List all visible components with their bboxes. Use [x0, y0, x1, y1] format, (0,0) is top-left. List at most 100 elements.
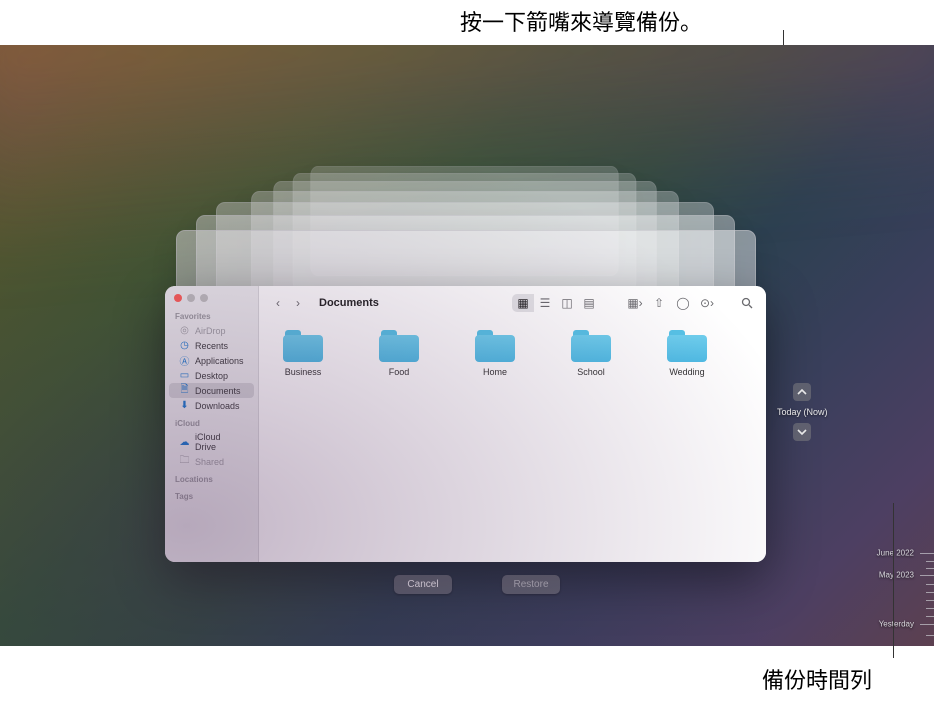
chevron-up-icon — [797, 388, 807, 396]
sidebar-item-recents[interactable]: ◷ Recents — [169, 338, 254, 353]
sidebar-item-icloud-drive[interactable]: ☁ iCloud Drive — [169, 430, 254, 454]
sidebar-item-label: Documents — [195, 386, 241, 396]
action-button[interactable]: ⊙› — [698, 294, 716, 312]
close-button[interactable] — [174, 294, 182, 302]
sidebar-item-label: AirDrop — [195, 326, 226, 336]
history-window — [196, 215, 735, 385]
column-view-button[interactable]: ◫ — [556, 294, 578, 312]
desktop-icon: ▭ — [179, 370, 190, 381]
restore-label: Restore — [513, 579, 548, 590]
doc-icon: 🗎 — [179, 385, 190, 396]
sidebar-item-label: Shared — [195, 457, 224, 467]
timeline-label: May 2023 — [879, 571, 914, 580]
sidebar-section-icloud: iCloud — [165, 413, 258, 430]
history-window — [293, 173, 637, 291]
sidebar-item-label: Recents — [195, 341, 228, 351]
sidebar-item-documents[interactable]: 🗎 Documents — [169, 383, 254, 398]
list-view-button[interactable]: ☰ — [534, 294, 556, 312]
finder-main: ‹ › Documents ▦ ☰ ◫ ▤ ▦› ⇧ ◯ ⊙› — [259, 286, 766, 562]
finder-window: Favorites ◎ AirDrop ◷ Recents Ⓐ Applicat… — [165, 286, 766, 562]
restore-button[interactable]: Restore — [502, 575, 560, 594]
history-window — [310, 166, 618, 276]
share-button[interactable]: ⇧ — [650, 294, 668, 312]
folder-school[interactable]: School — [563, 330, 619, 552]
folder-icon — [571, 330, 611, 362]
timeline-label: June 2022 — [877, 549, 914, 558]
history-window — [216, 202, 714, 356]
group-button[interactable]: ▦› — [626, 294, 644, 312]
time-machine-backdrop: Favorites ◎ AirDrop ◷ Recents Ⓐ Applicat… — [0, 45, 934, 646]
folder-label: Food — [389, 367, 410, 377]
folder-label: Business — [285, 367, 322, 377]
leader-line — [893, 503, 894, 658]
sidebar-item-label: Applications — [195, 356, 244, 366]
folder-grid: Business Food Home School Wedding — [259, 320, 766, 562]
timeline-label: Yesterday — [879, 620, 914, 629]
annotation-bottom-text: 備份時間列 — [762, 668, 872, 693]
timeline-tick — [926, 592, 934, 593]
cancel-label: Cancel — [407, 579, 438, 590]
folder-label: Home — [483, 367, 507, 377]
forward-button[interactable]: › — [289, 294, 307, 312]
annotation-top-text: 按一下箭嘴來導覽備份。 — [460, 10, 702, 35]
timeline-tick — [920, 624, 934, 625]
sidebar-section-tags: Tags — [165, 486, 258, 503]
timeline-tick — [926, 616, 934, 617]
folder-icon — [667, 330, 707, 362]
minimize-button[interactable] — [187, 294, 195, 302]
folder-icon — [379, 330, 419, 362]
folder-icon — [283, 330, 323, 362]
chevron-down-icon — [797, 428, 807, 436]
annotation-arrows: 按一下箭嘴來導覽備份。 — [460, 5, 702, 37]
finder-toolbar: ‹ › Documents ▦ ☰ ◫ ▤ ▦› ⇧ ◯ ⊙› — [259, 286, 766, 320]
sidebar-item-label: Desktop — [195, 371, 228, 381]
sidebar-item-desktop[interactable]: ▭ Desktop — [169, 368, 254, 383]
folder-wedding[interactable]: Wedding — [659, 330, 715, 552]
nav-current-label: Today (Now) — [777, 407, 828, 417]
folder-label: Wedding — [669, 367, 704, 377]
sidebar-section-locations: Locations — [165, 469, 258, 486]
gallery-view-button[interactable]: ▤ — [578, 294, 600, 312]
timeline-tick — [926, 600, 934, 601]
nav-back-forward: ‹ › — [269, 294, 307, 312]
shared-icon: 🗀 — [179, 456, 190, 467]
annotation-timeline: 備份時間列 — [762, 663, 872, 695]
history-window — [273, 181, 656, 309]
cancel-button[interactable]: Cancel — [394, 575, 452, 594]
search-icon — [741, 297, 753, 309]
tag-button[interactable]: ◯ — [674, 294, 692, 312]
sidebar-item-applications[interactable]: Ⓐ Applications — [169, 353, 254, 368]
back-button[interactable]: ‹ — [269, 294, 287, 312]
finder-sidebar: Favorites ◎ AirDrop ◷ Recents Ⓐ Applicat… — [165, 286, 259, 562]
backup-timeline[interactable]: June 2022 May 2023 Yesterday Now — [854, 524, 934, 646]
sidebar-item-downloads[interactable]: ⬇ Downloads — [169, 398, 254, 413]
maximize-button[interactable] — [200, 294, 208, 302]
sidebar-item-shared[interactable]: 🗀 Shared — [169, 454, 254, 469]
nav-up-button[interactable] — [793, 383, 811, 401]
search-button[interactable] — [738, 294, 756, 312]
download-icon: ⬇ — [179, 400, 190, 411]
sidebar-section-favorites: Favorites — [165, 306, 258, 323]
timeline-tick — [926, 561, 934, 562]
folder-business[interactable]: Business — [275, 330, 331, 552]
timeline-tick — [926, 608, 934, 609]
backup-navigation: Today (Now) — [777, 383, 828, 441]
airdrop-icon: ◎ — [179, 325, 190, 336]
timeline-tick — [926, 584, 934, 585]
action-buttons: Cancel Restore — [394, 575, 560, 594]
folder-home[interactable]: Home — [467, 330, 523, 552]
cloud-icon: ☁ — [179, 437, 190, 448]
timeline-tick — [920, 575, 934, 576]
timeline-tick — [926, 568, 934, 569]
folder-label: School — [577, 367, 605, 377]
history-window — [251, 191, 679, 331]
folder-food[interactable]: Food — [371, 330, 427, 552]
timeline-tick — [920, 553, 934, 554]
sidebar-item-label: iCloud Drive — [195, 432, 244, 452]
sidebar-item-airdrop[interactable]: ◎ AirDrop — [169, 323, 254, 338]
grid-icon: Ⓐ — [179, 355, 190, 366]
folder-icon — [475, 330, 515, 362]
icon-view-button[interactable]: ▦ — [512, 294, 534, 312]
nav-down-button[interactable] — [793, 423, 811, 441]
timeline-tick — [926, 635, 934, 636]
